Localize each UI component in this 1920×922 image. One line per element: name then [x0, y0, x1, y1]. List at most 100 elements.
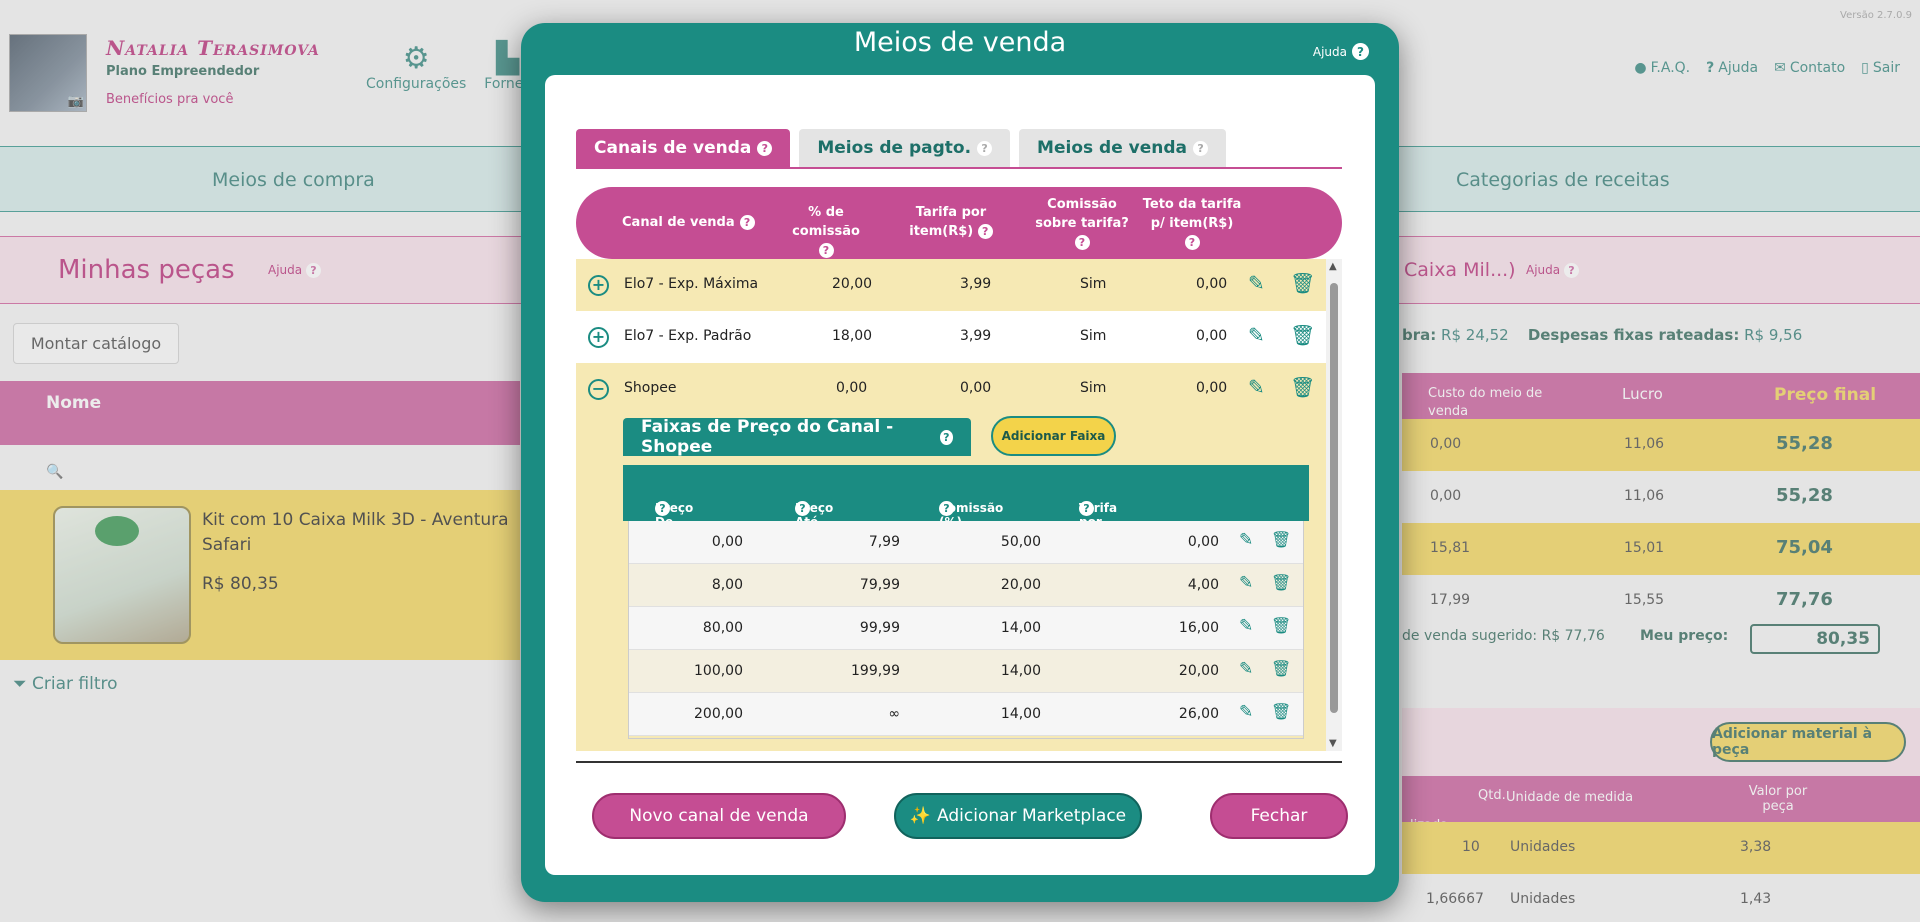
- cell-tarifa: 26,00: [1178, 706, 1219, 722]
- channels-table-body: + Elo7 - Exp. Máxima 20,00 3,99 Sim 0,00…: [576, 259, 1342, 751]
- cell-teto: 0,00: [1196, 328, 1228, 344]
- tab-canais-de-venda[interactable]: Canais de venda?: [576, 129, 791, 167]
- cell-ate: 7,99: [868, 534, 900, 550]
- cell-comissao: 20,00: [1000, 577, 1041, 593]
- add-faixa-button[interactable]: Adicionar Faixa: [991, 416, 1116, 456]
- scroll-down-icon[interactable]: ▼: [1329, 738, 1337, 749]
- help-icon: ?: [977, 140, 993, 156]
- trash-icon[interactable]: 🗑: [1290, 323, 1315, 347]
- cell-comissao: 14,00: [1000, 663, 1041, 679]
- faixas-section: Faixas de Preço do Canal - Shopee? Adici…: [576, 409, 1326, 751]
- cell-de: 8,00: [711, 577, 743, 593]
- faixas-title: Faixas de Preço do Canal - Shopee: [641, 417, 894, 457]
- expand-plus-icon[interactable]: +: [588, 275, 609, 296]
- faixas-table-header: Preço De (R$)? Preço Até (R$)? Comissão …: [623, 465, 1309, 557]
- expand-plus-icon[interactable]: +: [588, 327, 609, 348]
- tab-meios-de-venda[interactable]: Meios de venda?: [1019, 129, 1227, 167]
- edit-icon[interactable]: ✎: [1248, 323, 1265, 347]
- cell-ate: 79,99: [859, 577, 900, 593]
- trash-icon[interactable]: 🗑: [1271, 659, 1291, 678]
- modal-tabs: Canais de venda? Meios de pagto.? Meios …: [576, 129, 1227, 167]
- trash-icon[interactable]: 🗑: [1290, 375, 1315, 399]
- cell-sobre-tarifa: Sim: [1080, 328, 1107, 344]
- faixa-row: 0,00 7,99 50,00 0,00 ✎ 🗑: [629, 521, 1303, 564]
- cell-ate: 199,99: [851, 663, 900, 679]
- faixa-row: 80,00 99,99 14,00 16,00 ✎ 🗑: [629, 607, 1303, 650]
- cell-tarifa: 3,99: [960, 328, 992, 344]
- help-icon: ?: [1193, 140, 1209, 156]
- cell-comissao: 14,00: [1000, 620, 1041, 636]
- edit-icon[interactable]: ✎: [1248, 271, 1265, 295]
- cell-comissao: 14,00: [1000, 706, 1041, 722]
- add-marketplace-button[interactable]: ✨ Adicionar Marketplace: [894, 793, 1142, 839]
- edit-icon[interactable]: ✎: [1239, 616, 1253, 636]
- tab-label: Meios de venda: [1037, 138, 1188, 158]
- edit-icon[interactable]: ✎: [1239, 659, 1253, 679]
- col-label: % de comissão: [792, 205, 860, 239]
- fechar-button[interactable]: Fechar: [1210, 793, 1348, 839]
- sparkle-icon: ✨: [909, 806, 932, 826]
- trash-icon[interactable]: 🗑: [1271, 702, 1291, 721]
- cell-teto: 0,00: [1196, 276, 1228, 292]
- tab-label: Canais de venda: [594, 138, 752, 158]
- button-label: Adicionar Marketplace: [937, 806, 1127, 826]
- cell-comissao: 18,00: [832, 328, 873, 344]
- help-icon: ?: [1079, 501, 1094, 516]
- cell-canal: Elo7 - Exp. Máxima: [624, 276, 759, 292]
- col-label: Tarifa por item(R$): [909, 205, 987, 239]
- col-comissao-tarifa: Comissão sobre tarifa??: [1032, 195, 1132, 252]
- modal-panel: Canais de venda? Meios de pagto.? Meios …: [545, 75, 1375, 875]
- collapse-minus-icon[interactable]: −: [588, 379, 609, 400]
- trash-icon[interactable]: 🗑: [1271, 530, 1291, 549]
- edit-icon[interactable]: ✎: [1248, 375, 1265, 399]
- tab-label: Meios de pagto.: [817, 138, 972, 158]
- trash-icon[interactable]: 🗑: [1290, 271, 1315, 295]
- cell-teto: 0,00: [1196, 380, 1228, 396]
- cell-tarifa: 4,00: [1187, 577, 1219, 593]
- modal-help-link[interactable]: Ajuda?: [1313, 43, 1369, 60]
- help-label: Ajuda: [1312, 44, 1347, 59]
- edit-icon[interactable]: ✎: [1239, 573, 1253, 593]
- vertical-scrollbar[interactable]: ▲ ▼: [1326, 259, 1342, 751]
- divider: [576, 761, 1342, 763]
- cell-ate: 99,99: [859, 620, 900, 636]
- col-teto: Teto da tarifa p/ item(R$)?: [1142, 195, 1242, 252]
- meios-de-venda-modal: Meios de venda Ajuda? Canais de venda? M…: [521, 23, 1399, 902]
- cell-tarifa: 0,00: [1187, 534, 1219, 550]
- cell-de: 0,00: [711, 534, 743, 550]
- help-icon: ?: [977, 224, 993, 239]
- channel-row: + Elo7 - Exp. Máxima 20,00 3,99 Sim 0,00…: [576, 259, 1326, 311]
- trash-icon[interactable]: 🗑: [1271, 573, 1291, 592]
- cell-tarifa: 0,00: [960, 380, 992, 396]
- edit-icon[interactable]: ✎: [1239, 530, 1253, 550]
- help-icon: ?: [1352, 43, 1369, 60]
- channel-row: − Shopee 0,00 0,00 Sim 0,00 ✎ 🗑: [576, 363, 1326, 415]
- channels-scroll-area: + Elo7 - Exp. Máxima 20,00 3,99 Sim 0,00…: [576, 259, 1326, 751]
- edit-icon[interactable]: ✎: [1239, 702, 1253, 722]
- col-label: Teto da tarifa p/ item(R$): [1142, 197, 1242, 231]
- scrollbar-thumb[interactable]: [1330, 283, 1338, 713]
- col-label: Comissão sobre tarifa?: [1035, 197, 1129, 231]
- novo-canal-button[interactable]: Novo canal de venda: [592, 793, 846, 839]
- cell-canal: Elo7 - Exp. Padrão: [624, 328, 752, 344]
- help-icon: ?: [939, 429, 953, 445]
- cell-comissao: 0,00: [836, 380, 868, 396]
- cell-sobre-tarifa: Sim: [1080, 380, 1107, 396]
- scroll-up-icon[interactable]: ▲: [1329, 261, 1337, 272]
- faixa-row: 8,00 79,99 20,00 4,00 ✎ 🗑: [629, 564, 1303, 607]
- tab-underline: [576, 167, 1342, 169]
- help-icon: ?: [795, 501, 810, 516]
- help-icon: ?: [1074, 235, 1090, 250]
- cell-tarifa: 20,00: [1178, 663, 1219, 679]
- help-icon: ?: [655, 501, 670, 516]
- help-icon: ?: [1184, 235, 1200, 250]
- faixas-title-tab: Faixas de Preço do Canal - Shopee?: [623, 417, 971, 457]
- help-icon: ?: [757, 140, 773, 156]
- tab-meios-de-pagto[interactable]: Meios de pagto.?: [799, 129, 1011, 167]
- col-tarifa: Tarifa por item(R$) ?: [906, 203, 996, 241]
- cell-comissao: 20,00: [832, 276, 873, 292]
- cell-de: 100,00: [694, 663, 743, 679]
- help-icon: ?: [818, 243, 834, 258]
- trash-icon[interactable]: 🗑: [1271, 616, 1291, 635]
- cell-de: 200,00: [694, 706, 743, 722]
